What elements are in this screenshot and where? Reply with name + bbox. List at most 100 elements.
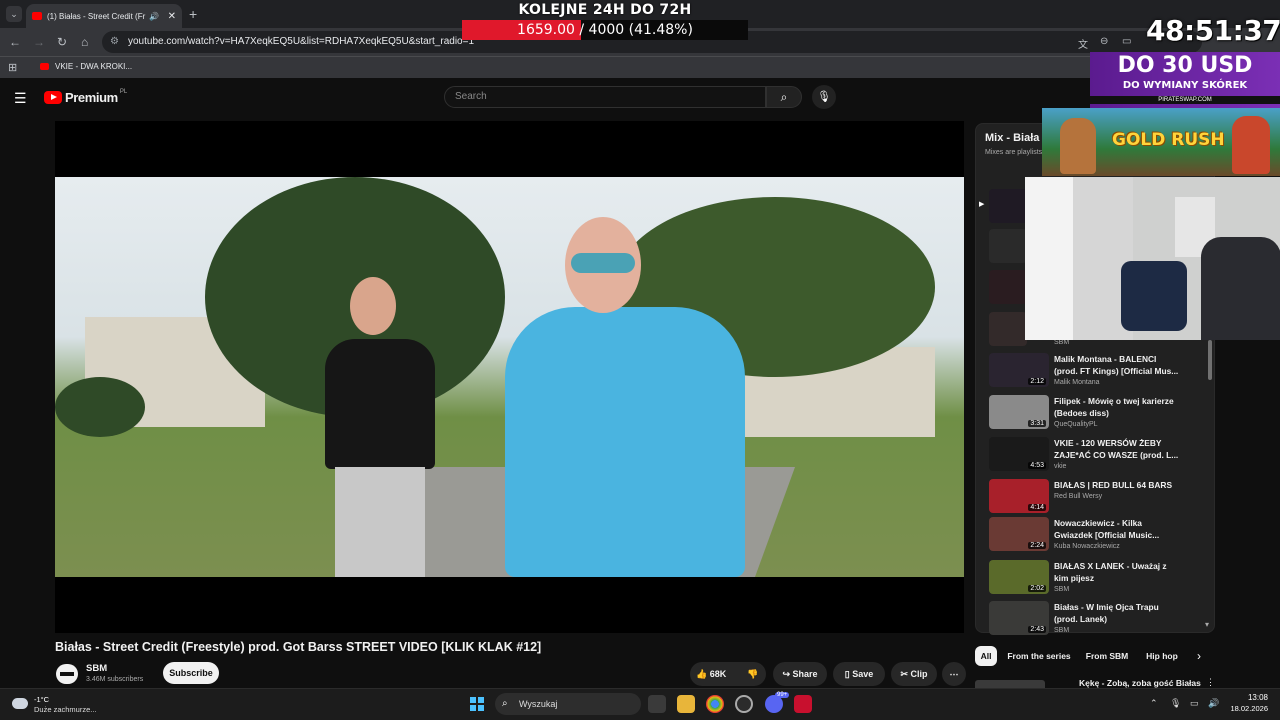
sponsor-banner: DO 30 USD DO WYMIANY SKÓREK PIRATESWAP.C… [1090, 52, 1280, 108]
playlist-item-thumbnail: 3:31 [989, 395, 1049, 429]
show-hidden-icons[interactable]: ⌃ [1150, 698, 1158, 709]
playlist-thumbnail[interactable] [989, 189, 1027, 223]
playlist-item[interactable]: 4:53 VKIE - 120 WERSÓW ŻEBY ZAJE*AĆ CO WA… [989, 437, 1211, 477]
goal-title: KOLEJNE 24H DO 72H [518, 2, 692, 18]
network-icon[interactable]: ▭ [1190, 698, 1199, 709]
cast-icon[interactable]: ▭ [1122, 36, 1131, 47]
related-video-title[interactable]: Kękę - Zobą, zoba gość Białas [1079, 678, 1201, 688]
browser-tab[interactable]: (1) Białas - Street Credit (Fr 🔊 ✕ [26, 4, 182, 28]
tab-audio-icon[interactable]: 🔊 [149, 12, 159, 21]
playlist-item-channel: SBM [1054, 586, 1070, 593]
voice-search-icon[interactable]: 🎙 [812, 85, 836, 109]
share-button[interactable]: ↪ Share [773, 662, 827, 686]
scroll-down-icon[interactable]: ▾ [1205, 620, 1209, 629]
task-view-icon[interactable] [648, 695, 666, 713]
playlist-item[interactable]: 3:31 Filipek - Mówię o twej karierze (Bed… [989, 395, 1211, 435]
playlist-item-thumbnail: 4:53 [989, 437, 1049, 471]
game-title: GOLD RUSH [1112, 130, 1225, 150]
youtube-logo[interactable]: Premium PL [44, 89, 127, 105]
file-explorer-icon[interactable] [677, 695, 695, 713]
save-label: Save [852, 669, 874, 679]
chip-from-the-series[interactable]: From the series [1003, 646, 1075, 666]
subathon-timer: 48:51:37 [1146, 14, 1280, 47]
chrome-icon[interactable] [706, 695, 724, 713]
thumbs-down-icon: 👎 [747, 669, 759, 679]
sponsor-brand: PIRATESWAP.COM [1090, 96, 1280, 104]
playlist-item-duration: 2:12 [1028, 378, 1046, 385]
scissors-icon: ✂ [900, 669, 911, 679]
tab-search-icon[interactable]: ⌄ [6, 6, 22, 22]
subscriber-count: 3.46M subscribers [86, 676, 144, 683]
bookmark-item[interactable]: VKIE - DWA KROKI... [40, 62, 132, 71]
playlist-scrollbar[interactable] [1208, 340, 1212, 380]
thumbs-up-icon: 👍 [696, 669, 710, 679]
playlist-item[interactable]: 2:02 BIAŁAS X LANEK - Uważaj z kim pijesz… [989, 560, 1211, 600]
microphone-icon[interactable]: 🎙 [1170, 698, 1181, 709]
clip-button[interactable]: ✂ Clip [891, 662, 937, 686]
search-icon: ⌕ [780, 90, 788, 104]
save-button[interactable]: ▯ Save [833, 662, 885, 686]
playlist-item-channel: Red Bull Wersy [1054, 493, 1103, 500]
apps-grid-icon[interactable]: ⊞ [8, 61, 17, 74]
discord-badge: 99+ [775, 692, 790, 698]
chip-from-sbm[interactable]: From SBM [1080, 646, 1134, 666]
search-input[interactable]: Search [444, 86, 766, 108]
chip-hip-hop[interactable]: Hip hop [1140, 646, 1184, 666]
video-player[interactable] [55, 121, 964, 633]
playlist-item-title: Filipek - Mówię o twej karierze (Bedoes … [1054, 396, 1174, 418]
back-icon[interactable]: ← [9, 35, 21, 49]
start-button[interactable] [470, 697, 484, 711]
video-title: Białas - Street Credit (Freestyle) prod.… [55, 640, 542, 654]
more-actions-button[interactable]: ⋯ [942, 662, 966, 686]
forward-icon[interactable]: → [33, 35, 45, 49]
new-tab-button[interactable]: + [189, 6, 197, 22]
playlist-item-thumbnail: 2:24 [989, 517, 1049, 551]
playlist-item[interactable]: 4:14 BIAŁAS | RED BULL 64 BARS Red Bull We… [989, 479, 1211, 519]
url-text: youtube.com/watch?v=HA7XeqkEQ5U&list=RDH… [128, 36, 475, 47]
share-label: Share [792, 669, 818, 679]
goal-progress-bar: 1659.00 / 4000 (41.48%) [462, 20, 748, 40]
playlist-item[interactable]: 2:12 Malik Montana - BALENCI (prod. FT Ki… [989, 353, 1211, 393]
search-button[interactable]: ⌕ [766, 86, 802, 108]
playlist-item[interactable]: 2:24 Nowaczkiewicz - Kilka Gwiazdek [Offi… [989, 517, 1211, 557]
playlist-item-title: Malik Montana - BALENCI (prod. FT Kings)… [1054, 354, 1179, 376]
channel-avatar[interactable] [56, 664, 78, 684]
obs-icon[interactable] [735, 695, 753, 713]
playlist-item-thumbnail: 2:12 [989, 353, 1049, 387]
sponsor-subline: DO WYMIANY SKÓREK [1122, 80, 1248, 91]
reload-icon[interactable]: ↻ [57, 35, 67, 49]
clock-time: 13:08 [1247, 693, 1268, 702]
share-icon: ↪ [782, 669, 793, 679]
chips-next-icon[interactable]: › [1197, 649, 1201, 663]
playlist-item-duration: 2:02 [1028, 585, 1046, 592]
channel-name[interactable]: SBM [86, 663, 107, 674]
streaming-app-icon[interactable] [794, 695, 812, 713]
taskbar-search-label: Wyszukaj [519, 699, 558, 709]
playlist-thumbnail[interactable] [989, 270, 1027, 304]
subscribe-button[interactable]: Subscribe [163, 662, 219, 684]
tab-close-icon[interactable]: ✕ [168, 11, 176, 22]
dislike-button[interactable]: 👎 [740, 662, 766, 686]
zoom-icon[interactable]: ⊖ [1100, 36, 1108, 47]
playlist-item[interactable]: 2:43 Białas - W Imię Ojca Trapu (prod. La… [989, 601, 1211, 641]
taskbar-clock[interactable]: 13:08 18.02.2026 [1228, 692, 1268, 714]
volume-icon[interactable]: 🔊 [1208, 698, 1219, 709]
like-button[interactable]: 👍 68K [690, 662, 740, 686]
taskbar-search[interactable]: ⌕ Wyszukaj [495, 693, 641, 715]
search-icon: ⌕ [502, 698, 508, 709]
weather-desc: Duże zachmurze... [34, 705, 97, 714]
streamer-webcam [1025, 177, 1280, 340]
playlist-thumbnail[interactable] [989, 229, 1027, 263]
site-info-icon[interactable]: ⚙ [110, 31, 119, 53]
playlist-thumbnail[interactable] [989, 312, 1027, 346]
related-more-icon[interactable]: ⋮ [1206, 677, 1215, 688]
related-thumbnail[interactable] [975, 680, 1045, 688]
playlist-item-duration: 3:31 [1028, 420, 1046, 427]
home-icon[interactable]: ⌂ [81, 35, 88, 49]
translate-icon[interactable]: 文 [1078, 36, 1088, 51]
tab-title: (1) Białas - Street Credit (Fr [47, 11, 146, 21]
chip-all[interactable]: All [975, 646, 997, 666]
mix-title: Mix - Biała [985, 132, 1040, 144]
hamburger-menu-icon[interactable]: ☰ [14, 90, 27, 107]
goal-rest: / 4000 (41.48%) [574, 22, 693, 38]
